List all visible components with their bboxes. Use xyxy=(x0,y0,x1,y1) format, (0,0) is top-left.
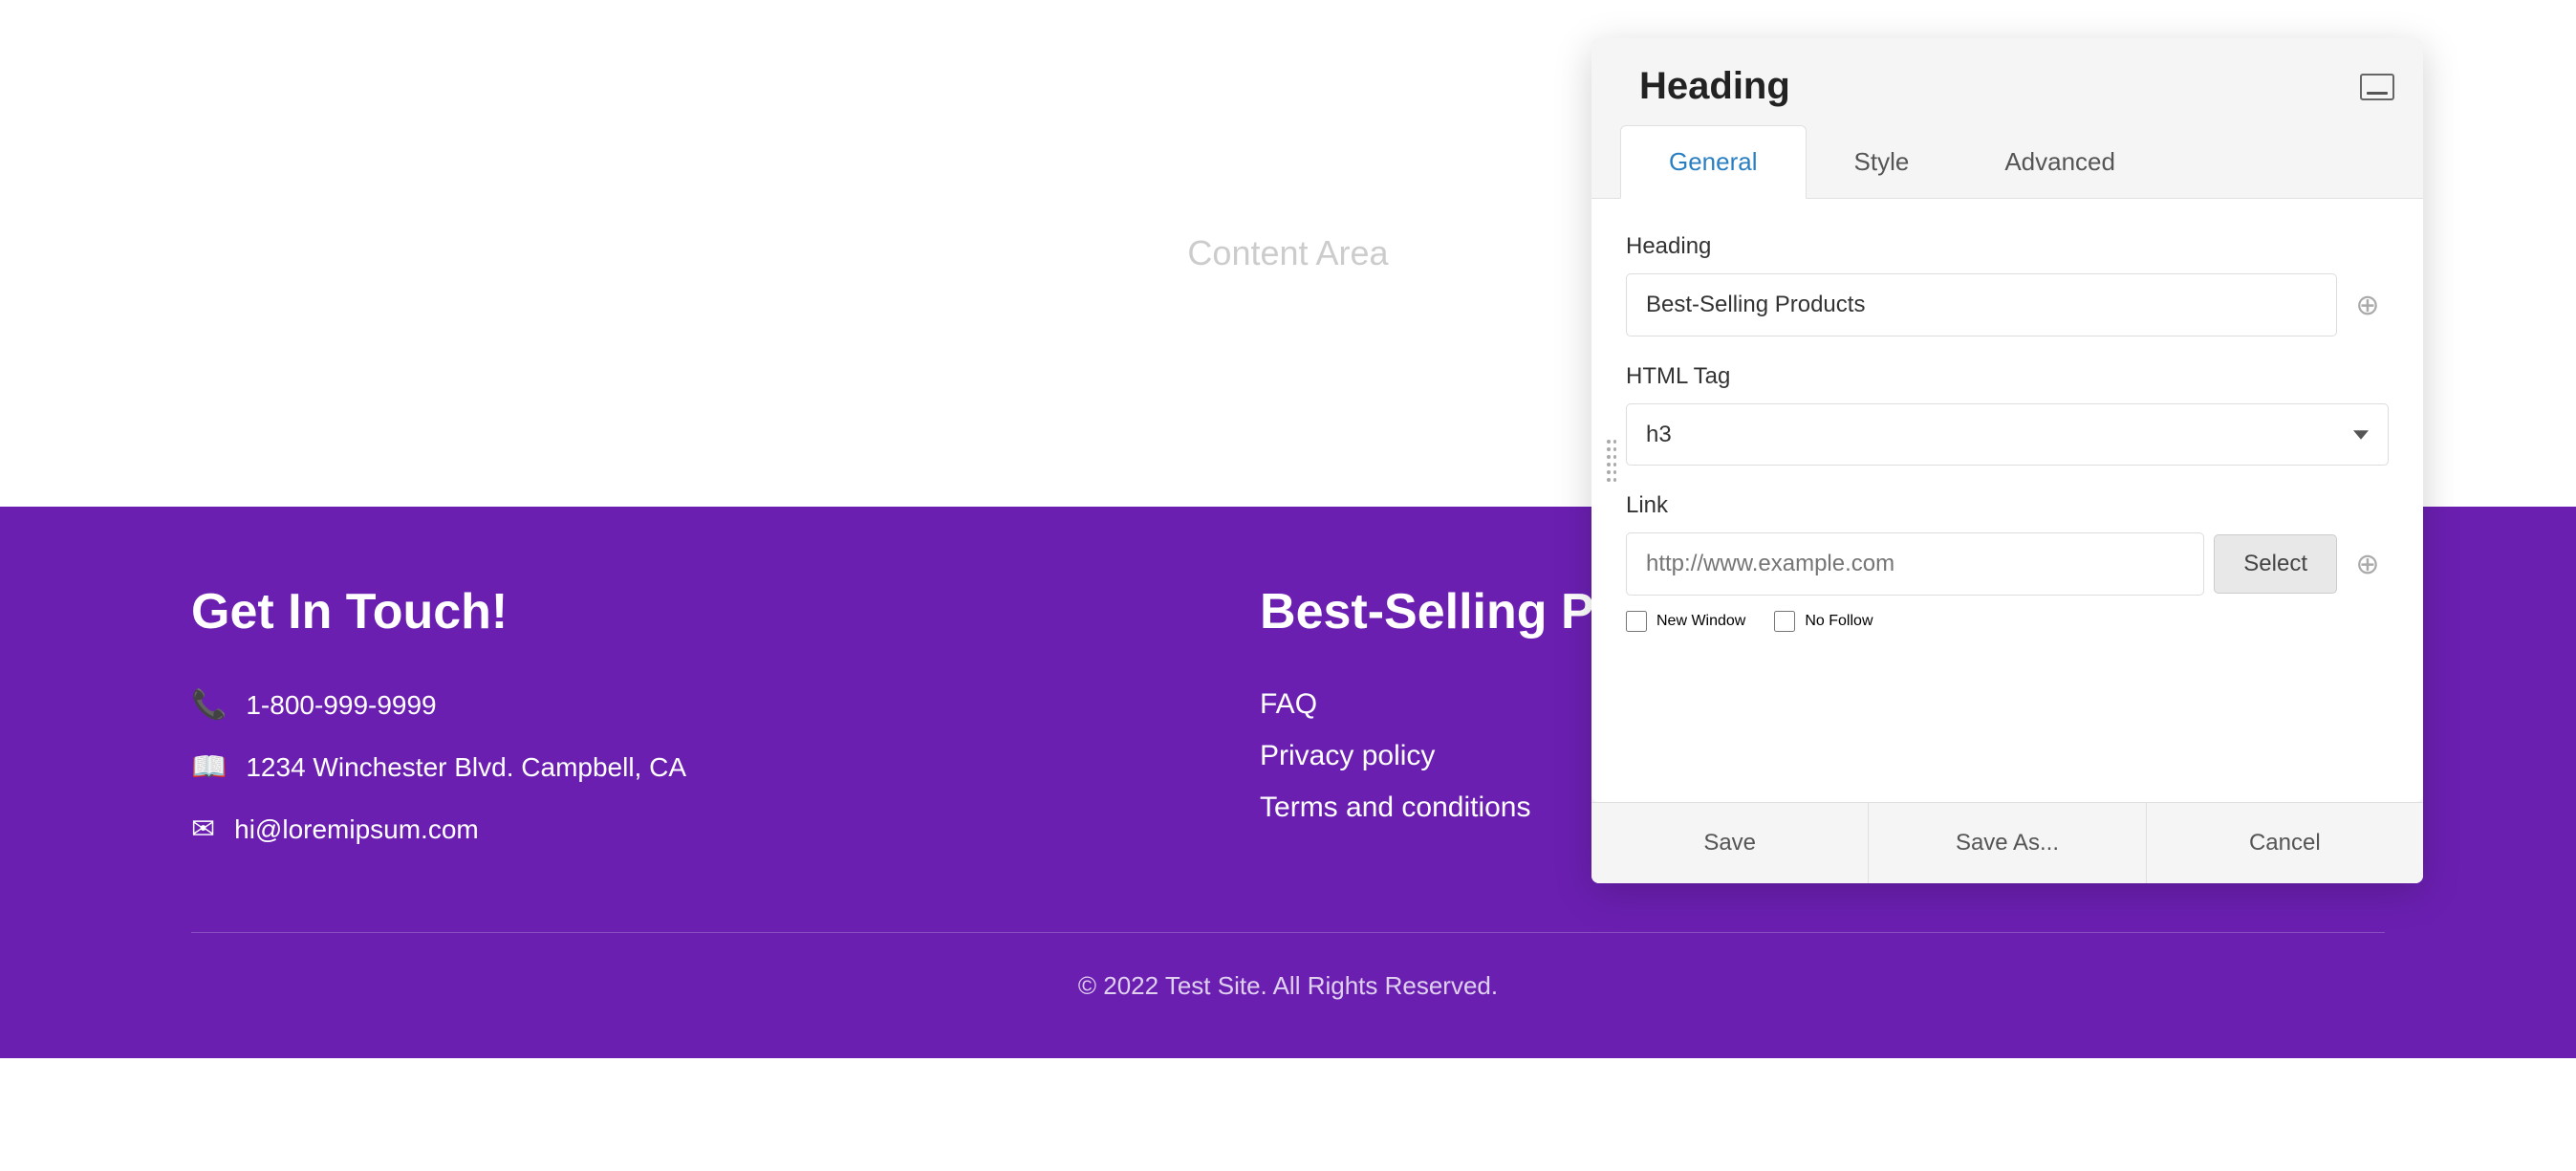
email-icon: ✉ xyxy=(191,813,215,846)
tab-general[interactable]: General xyxy=(1620,125,1807,199)
link-add-button[interactable]: ⊕ xyxy=(2347,543,2389,585)
heading-field-group: Heading ⊕ xyxy=(1626,233,2389,336)
heading-add-button[interactable]: ⊕ xyxy=(2347,284,2389,326)
new-window-checkbox-item[interactable]: New Window xyxy=(1626,611,1745,632)
panel-spacer xyxy=(1626,659,2389,773)
html-tag-select[interactable]: h1 h2 h3 h4 h5 h6 p div span xyxy=(1626,403,2389,466)
content-area-label: Content Area xyxy=(1187,233,1388,273)
footer-col1-heading: Get In Touch! xyxy=(191,583,686,640)
footer-copyright: © 2022 Test Site. All Rights Reserved. xyxy=(191,932,2385,1001)
link-input-row: Select ⊕ xyxy=(1626,532,2389,596)
drag-handle[interactable] xyxy=(1607,38,1616,883)
panel-tabs: General Style Advanced xyxy=(1591,125,2423,199)
heading-panel: Heading General Style Advanced Heading ⊕… xyxy=(1591,38,2423,883)
panel-footer: Save Save As... Cancel xyxy=(1591,802,2423,883)
contact-email: ✉ hi@loremipsum.com xyxy=(191,813,686,846)
new-window-label: New Window xyxy=(1656,613,1745,630)
save-button[interactable]: Save xyxy=(1591,803,1869,883)
contact-phone-number: 1-800-999-9999 xyxy=(246,690,436,721)
tab-advanced[interactable]: Advanced xyxy=(1957,125,2163,198)
contact-email-text: hi@loremipsum.com xyxy=(234,814,479,845)
minimize-icon xyxy=(2367,92,2388,95)
panel-body: Heading ⊕ HTML Tag h1 h2 h3 h4 h5 h6 p d… xyxy=(1591,199,2423,802)
heading-input[interactable] xyxy=(1626,273,2337,336)
panel-title: Heading xyxy=(1639,65,1790,108)
footer-link-privacy[interactable]: Privacy policy xyxy=(1260,740,1435,771)
link-select-button[interactable]: Select xyxy=(2214,534,2337,594)
save-as-button[interactable]: Save As... xyxy=(1869,803,2146,883)
link-field-label: Link xyxy=(1626,492,2389,519)
minimize-button[interactable] xyxy=(2360,74,2394,100)
tab-style[interactable]: Style xyxy=(1807,125,1958,198)
contact-address: 📖 1234 Winchester Blvd. Campbell, CA xyxy=(191,750,686,784)
heading-field-label: Heading xyxy=(1626,233,2389,260)
new-window-checkbox[interactable] xyxy=(1626,611,1647,632)
html-tag-field-group: HTML Tag h1 h2 h3 h4 h5 h6 p div span xyxy=(1626,363,2389,466)
no-follow-label: No Follow xyxy=(1805,613,1872,630)
panel-header: Heading xyxy=(1591,38,2423,125)
html-tag-label: HTML Tag xyxy=(1626,363,2389,390)
contact-address-text: 1234 Winchester Blvd. Campbell, CA xyxy=(246,752,686,783)
map-icon: 📖 xyxy=(191,750,227,784)
no-follow-checkbox[interactable] xyxy=(1774,611,1795,632)
link-url-input[interactable] xyxy=(1626,532,2204,596)
footer-link-terms[interactable]: Terms and conditions xyxy=(1260,792,1530,823)
contact-phone: 📞 1-800-999-9999 xyxy=(191,688,686,722)
phone-icon: 📞 xyxy=(191,688,227,722)
cancel-button[interactable]: Cancel xyxy=(2147,803,2423,883)
link-field-group: Link Select ⊕ New Window No Follow xyxy=(1626,492,2389,632)
heading-input-row: ⊕ xyxy=(1626,273,2389,336)
footer-link-faq[interactable]: FAQ xyxy=(1260,688,1317,720)
link-options-row: New Window No Follow xyxy=(1626,611,2389,632)
no-follow-checkbox-item[interactable]: No Follow xyxy=(1774,611,1872,632)
footer-col-contact: Get In Touch! 📞 1-800-999-9999 📖 1234 Wi… xyxy=(191,583,686,875)
